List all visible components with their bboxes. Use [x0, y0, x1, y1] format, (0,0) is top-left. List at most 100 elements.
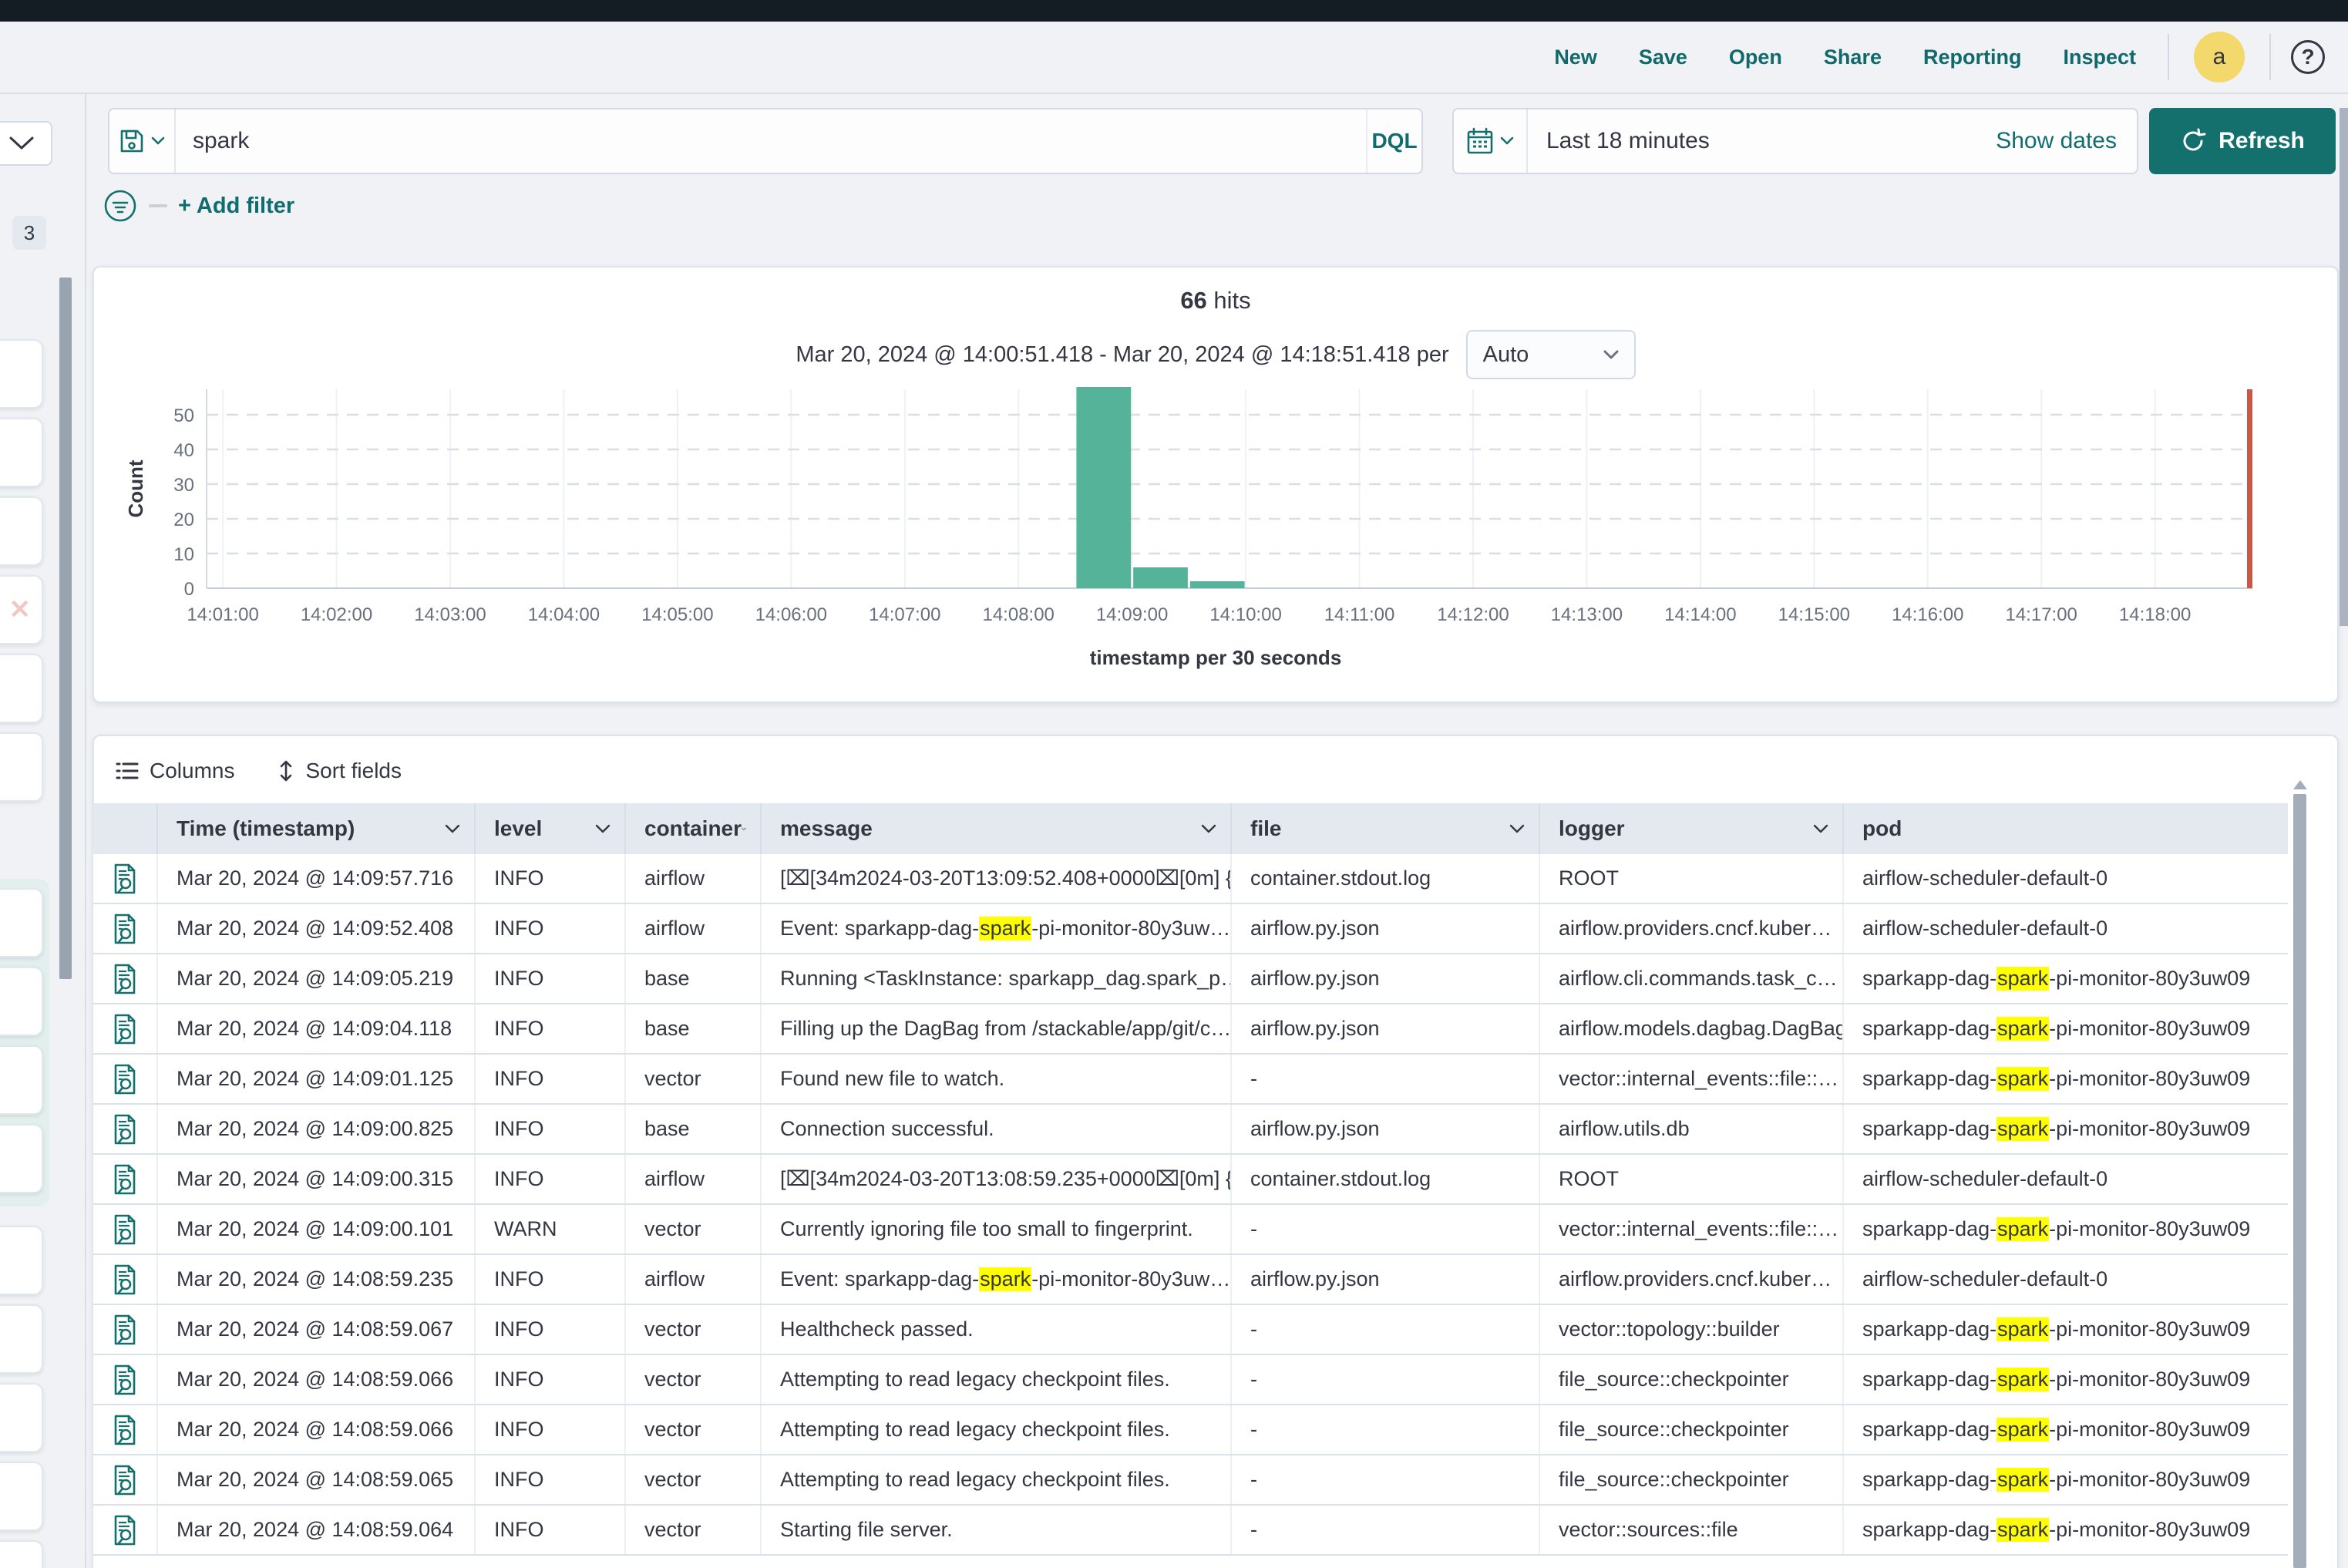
- query-language-button[interactable]: DQL: [1366, 109, 1421, 173]
- time-range-value[interactable]: Last 18 minutes: [1528, 128, 1996, 154]
- highlight: spark: [979, 917, 1031, 940]
- svg-text:14:03:00: 14:03:00: [414, 604, 486, 625]
- fields-scrollbar[interactable]: [59, 278, 72, 979]
- header-cell-time-timestamp-[interactable]: Time (timestamp): [158, 803, 476, 854]
- column-menu-icon[interactable]: [445, 824, 460, 834]
- field-item[interactable]: [0, 888, 43, 957]
- field-item[interactable]: [0, 418, 43, 487]
- table-scrollbar[interactable]: [2293, 794, 2306, 1568]
- expand-row-button[interactable]: [93, 904, 158, 953]
- table-row: Mar 20, 2024 @ 14:08:59.066INFOvectorAtt…: [93, 1355, 2288, 1405]
- svg-text:14:08:00: 14:08:00: [982, 604, 1054, 625]
- search-input[interactable]: spark: [176, 128, 1366, 154]
- refresh-button[interactable]: Refresh: [2149, 108, 2336, 174]
- help-icon[interactable]: ?: [2291, 40, 2325, 74]
- field-item[interactable]: [0, 339, 43, 409]
- table-row: Mar 20, 2024 @ 14:09:05.219INFObaseRunni…: [93, 954, 2288, 1004]
- cell-level: INFO: [476, 954, 626, 1003]
- cell-logger: file_source::checkpointer: [1540, 1455, 1844, 1504]
- header-cell-message[interactable]: message: [762, 803, 1232, 854]
- expand-row-button[interactable]: [93, 1055, 158, 1103]
- expand-row-button[interactable]: [93, 1004, 158, 1053]
- highlight: spark: [1996, 1067, 2049, 1091]
- expand-row-button[interactable]: [93, 1405, 158, 1454]
- cell-time: Mar 20, 2024 @ 14:09:00.315: [158, 1155, 476, 1203]
- field-item[interactable]: [0, 496, 43, 566]
- header-cell-level[interactable]: level: [476, 803, 626, 854]
- svg-text:14:11:00: 14:11:00: [1324, 604, 1395, 625]
- field-item[interactable]: [0, 1226, 43, 1295]
- column-menu-icon[interactable]: [595, 824, 611, 834]
- show-dates-button[interactable]: Show dates: [1996, 128, 2137, 154]
- page-scrollbar[interactable]: [2340, 108, 2348, 626]
- filter-icon[interactable]: [103, 188, 138, 224]
- highlight: spark: [1996, 1418, 2049, 1442]
- interval-select[interactable]: Auto: [1466, 330, 1636, 379]
- header-cell-file[interactable]: file: [1232, 803, 1540, 854]
- table-scroll-up-arrow[interactable]: [2293, 780, 2307, 789]
- cell-level: INFO: [476, 1455, 626, 1504]
- field-item[interactable]: [0, 1124, 43, 1193]
- expand-row-button[interactable]: [93, 1506, 158, 1554]
- field-item[interactable]: [0, 1540, 43, 1568]
- selected-fields-count-badge: 3: [12, 216, 46, 250]
- chevron-down-icon: [1500, 136, 1514, 146]
- field-item[interactable]: ✕: [0, 575, 43, 644]
- nav-item-inspect[interactable]: Inspect: [2063, 45, 2136, 69]
- cell-file: container.stdout.log: [1232, 1155, 1540, 1203]
- expand-row-button[interactable]: [93, 1105, 158, 1153]
- add-filter-button[interactable]: + Add filter: [178, 193, 294, 219]
- cell-level: WARN: [476, 1205, 626, 1253]
- field-item[interactable]: [0, 732, 43, 802]
- svg-text:14:16:00: 14:16:00: [1892, 604, 1963, 625]
- nav-item-new[interactable]: New: [1554, 45, 1597, 69]
- quick-select-button[interactable]: [1454, 109, 1528, 173]
- field-item[interactable]: [0, 1462, 43, 1531]
- nav-item-reporting[interactable]: Reporting: [1923, 45, 2022, 69]
- column-menu-icon[interactable]: [742, 824, 746, 834]
- cell-level: INFO: [476, 904, 626, 953]
- expand-document-icon: [112, 914, 138, 944]
- cell-file: airflow.py.json: [1232, 904, 1540, 953]
- field-item[interactable]: [0, 967, 43, 1036]
- collapse-sidebar-button[interactable]: [0, 121, 52, 166]
- expand-document-icon: [112, 1465, 138, 1496]
- expand-row-button[interactable]: [93, 1305, 158, 1354]
- time-range-subtitle: Mar 20, 2024 @ 14:00:51.418 - Mar 20, 20…: [796, 342, 1448, 368]
- expand-row-button[interactable]: [93, 854, 158, 903]
- header-cell-pod[interactable]: pod: [1844, 803, 2288, 854]
- svg-text:14:17:00: 14:17:00: [2005, 604, 2077, 625]
- nav-item-save[interactable]: Save: [1639, 45, 1687, 69]
- column-menu-icon[interactable]: [1201, 824, 1216, 834]
- nav-item-open[interactable]: Open: [1729, 45, 1782, 69]
- top-chrome-bar: [0, 0, 2348, 22]
- column-menu-icon[interactable]: [1509, 824, 1525, 834]
- columns-label: Columns: [150, 759, 234, 783]
- field-item[interactable]: [0, 1383, 43, 1452]
- cell-file: airflow.py.json: [1232, 1004, 1540, 1053]
- saved-queries-button[interactable]: [109, 109, 176, 173]
- header-cell-logger[interactable]: logger: [1540, 803, 1844, 854]
- expand-row-button[interactable]: [93, 1155, 158, 1203]
- field-item[interactable]: [0, 1045, 43, 1115]
- table-row: Mar 20, 2024 @ 14:09:00.825INFObaseConne…: [93, 1105, 2288, 1155]
- cell-time: Mar 20, 2024 @ 14:09:00.101: [158, 1205, 476, 1253]
- expand-row-button[interactable]: [93, 1205, 158, 1253]
- field-item[interactable]: [0, 1304, 43, 1374]
- expand-row-button[interactable]: [93, 1255, 158, 1304]
- expand-row-button[interactable]: [93, 1455, 158, 1504]
- sort-fields-button[interactable]: Sort fields: [278, 759, 402, 783]
- filter-bar: + Add filter: [103, 187, 294, 224]
- cell-level: INFO: [476, 1405, 626, 1454]
- avatar[interactable]: a: [2194, 32, 2245, 82]
- columns-button[interactable]: Columns: [116, 759, 234, 783]
- field-item[interactable]: [0, 654, 43, 723]
- cell-logger: airflow.models.dagbag.DagBag: [1540, 1004, 1844, 1053]
- expand-row-button[interactable]: [93, 954, 158, 1003]
- expand-row-button[interactable]: [93, 1355, 158, 1404]
- header-label: level: [494, 816, 542, 841]
- nav-item-share[interactable]: Share: [1824, 45, 1882, 69]
- cell-pod: sparkapp-dag-spark-pi-monitor-80y3uw09: [1844, 1355, 2288, 1404]
- column-menu-icon[interactable]: [1813, 824, 1828, 834]
- header-cell-container[interactable]: container: [626, 803, 762, 854]
